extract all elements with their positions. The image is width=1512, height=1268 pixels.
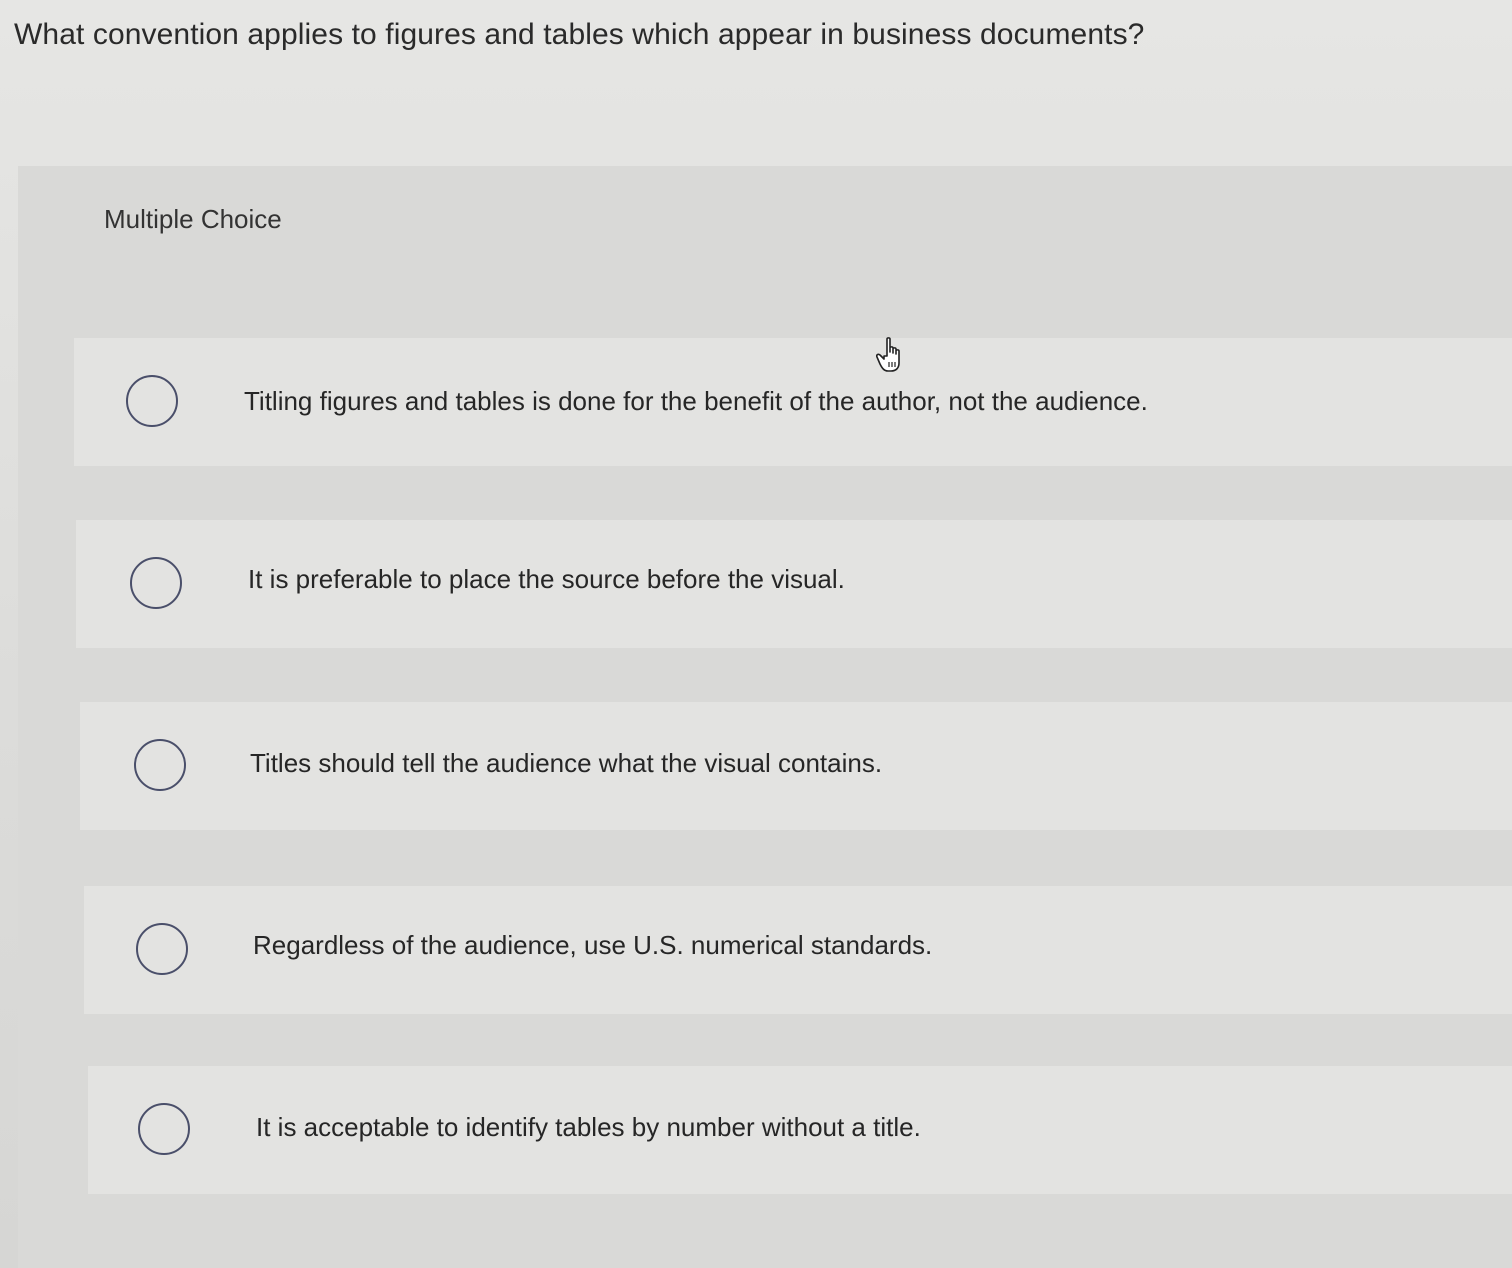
radio-button-3[interactable] (134, 739, 186, 791)
radio-button-2[interactable] (130, 557, 182, 609)
radio-button-1[interactable] (126, 375, 178, 427)
answer-option-2[interactable]: It is preferable to place the source bef… (76, 520, 1512, 648)
answer-option-2-label: It is preferable to place the source bef… (248, 564, 845, 594)
answer-option-1-label: Titling figures and tables is done for t… (244, 386, 1148, 416)
answer-option-3-label: Titles should tell the audience what the… (250, 748, 883, 778)
multiple-choice-panel: Multiple Choice Titling figures and tabl… (18, 166, 1512, 1268)
answer-option-4-label: Regardless of the audience, use U.S. num… (253, 930, 933, 960)
answer-option-5-label: It is acceptable to identify tables by n… (256, 1112, 921, 1142)
hand-pointer-icon (876, 337, 900, 372)
answer-option-5[interactable]: It is acceptable to identify tables by n… (88, 1066, 1512, 1194)
answer-option-3[interactable]: Titles should tell the audience what the… (80, 702, 1512, 830)
answer-option-4[interactable]: Regardless of the audience, use U.S. num… (84, 886, 1512, 1014)
radio-button-5[interactable] (138, 1103, 190, 1155)
answer-option-1[interactable]: Titling figures and tables is done for t… (74, 338, 1512, 466)
radio-button-4[interactable] (136, 923, 188, 975)
question-text: What convention applies to figures and t… (14, 18, 1145, 51)
question-type-label: Multiple Choice (104, 204, 282, 234)
